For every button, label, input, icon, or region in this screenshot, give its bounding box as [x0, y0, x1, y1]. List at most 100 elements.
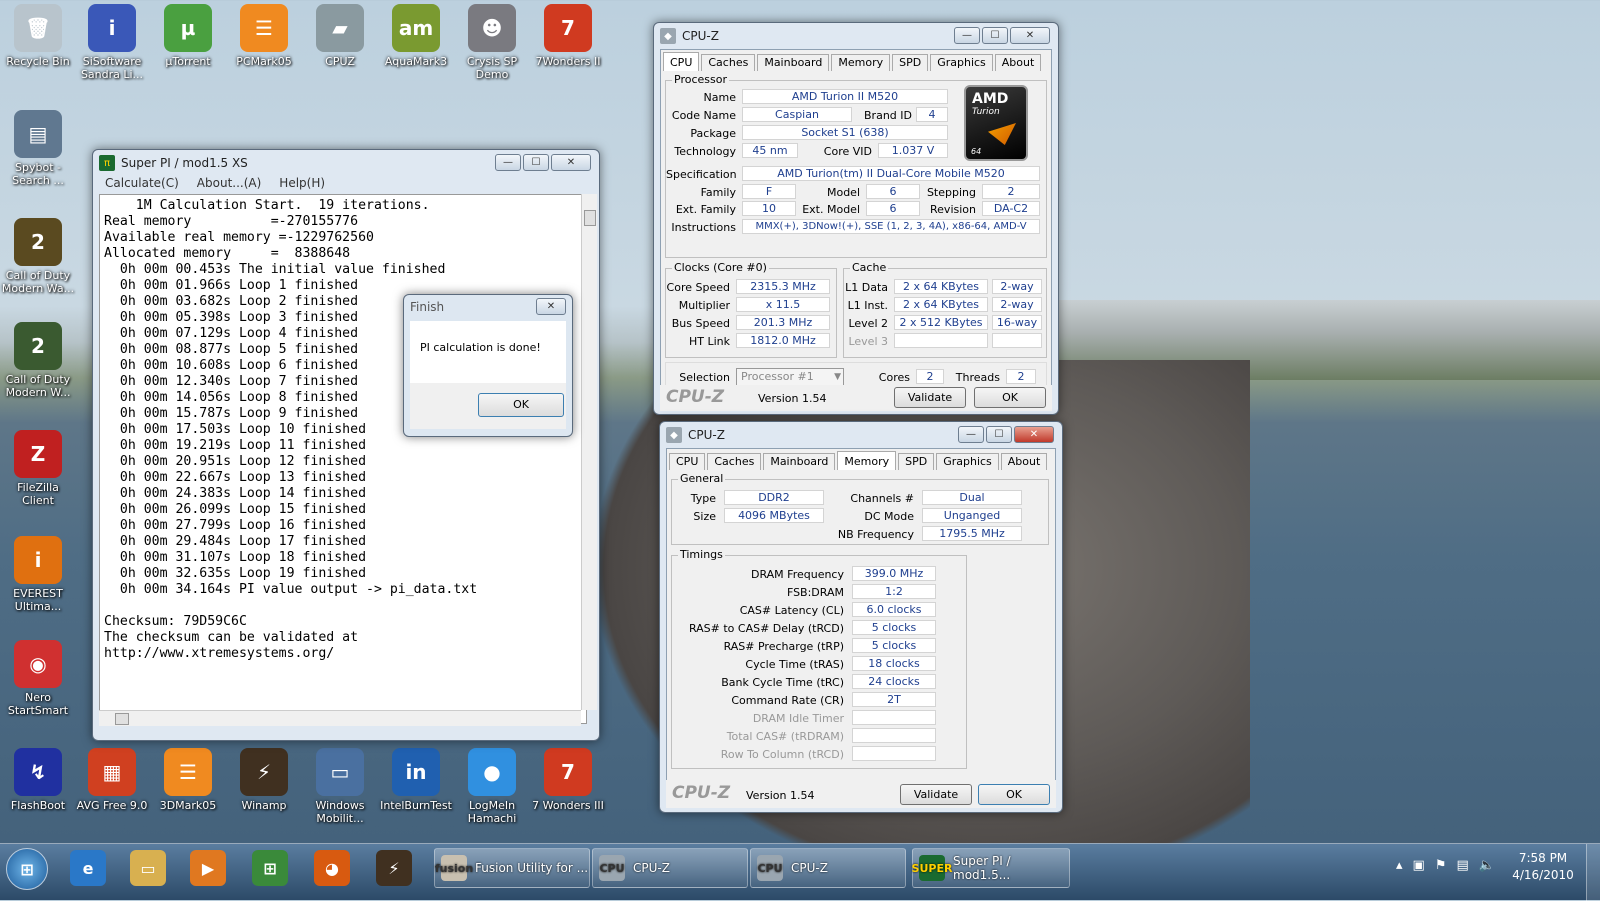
ok-button[interactable]: OK [978, 784, 1050, 805]
tray-volume-icon[interactable]: 🔈 [1479, 858, 1495, 873]
validate-button[interactable]: Validate [900, 784, 972, 805]
desktop-icon-label: 7 Wonders III [532, 799, 604, 812]
desktop-icon[interactable]: 2 Call of Duty Modern Wa... [0, 218, 76, 295]
tray-device-icon[interactable]: ▣ [1413, 858, 1425, 873]
windows-logo-icon[interactable]: ⊞ [252, 850, 288, 886]
close-icon[interactable]: ✕ [536, 298, 566, 315]
taskbar-button[interactable]: CPU CPU-Z [592, 848, 748, 888]
menu-calculate[interactable]: Calculate(C) [105, 176, 179, 192]
finish-title: Finish [410, 300, 445, 314]
taskbar-button[interactable]: SUPER Super PI / mod1.5... [912, 848, 1070, 888]
tab-spd[interactable]: SPD [898, 453, 935, 470]
spec-value: AMD Turion(tm) II Dual-Core Mobile M520 [742, 166, 1040, 181]
desktop-icon[interactable]: ◉ Nero StartSmart [0, 640, 76, 717]
minimize-icon[interactable]: — [954, 27, 980, 44]
tab-graphics[interactable]: Graphics [930, 54, 993, 71]
tab-graphics[interactable]: Graphics [936, 453, 999, 470]
desktop-icon[interactable]: 7 7Wonders II [530, 4, 606, 68]
tab-caches[interactable]: Caches [707, 453, 762, 470]
codename-label: Code Name [671, 109, 736, 122]
logo-bits: 64 [971, 147, 982, 156]
desktop-icon[interactable]: ▭ Windows Mobilit... [302, 748, 378, 825]
winamp-icon[interactable]: ⚡ [376, 850, 412, 886]
l3-way [992, 333, 1042, 348]
tray-flag-icon[interactable]: ⚑ [1435, 858, 1447, 873]
instructions-value: MMX(+), 3DNow!(+), SSE (1, 2, 3, 4A), x8… [742, 219, 1040, 234]
close-icon[interactable]: ✕ [1014, 426, 1054, 443]
desktop-icon[interactable]: 7 7 Wonders III [530, 748, 606, 812]
clock[interactable]: 7:58 PM 4/16/2010 [1508, 850, 1578, 884]
maximize-icon[interactable]: ☐ [523, 154, 549, 171]
tab-memory[interactable]: Memory [837, 451, 897, 470]
scrollbar-thumb[interactable] [584, 210, 596, 226]
close-icon[interactable]: ✕ [1010, 27, 1050, 44]
minimize-icon[interactable]: — [495, 154, 521, 171]
desktop-icon[interactable]: ▰ CPUZ [302, 4, 378, 68]
desktop-icon[interactable]: ☰ PCMark05 [226, 4, 302, 68]
desktop-icon[interactable]: 2 Call of Duty Modern W... [0, 322, 76, 399]
tab-about[interactable]: About [994, 54, 1042, 71]
nbfreq-value: 1795.5 MHz [922, 526, 1022, 541]
tab-cpu[interactable]: CPU [669, 453, 706, 470]
firefox-icon[interactable]: ◕ [314, 850, 350, 886]
maximize-icon[interactable]: ☐ [982, 27, 1008, 44]
output-line: 0h 00m 31.107s Loop 18 finished [104, 550, 367, 565]
validate-button[interactable]: Validate [894, 387, 966, 408]
timing-value [852, 728, 936, 743]
close-icon[interactable]: ✕ [551, 154, 591, 171]
minimize-icon[interactable]: — [958, 426, 984, 443]
finish-controls: ✕ [536, 298, 566, 315]
timing-label: Command Rate (CR) [731, 694, 844, 707]
finish-ok-button[interactable]: OK [478, 393, 564, 417]
desktop-icon[interactable]: ▤ Spybot - Search ... [0, 110, 76, 187]
show-desktop-button[interactable] [1586, 844, 1600, 901]
tab-memory[interactable]: Memory [831, 54, 891, 71]
desktop-icon[interactable]: ● LogMeIn Hamachi [454, 748, 530, 825]
menu-help[interactable]: Help(H) [279, 176, 325, 192]
desktop-icon[interactable]: i EVEREST Ultima... [0, 536, 76, 613]
maximize-icon[interactable]: ☐ [986, 426, 1012, 443]
output-line: 1M Calculation Start. 19 iterations. [104, 198, 430, 213]
finish-dialog: Finish ✕ PI calculation is done! OK [403, 294, 573, 437]
l1i-label: L1 Inst. [847, 299, 888, 312]
output-line: 0h 00m 27.799s Loop 16 finished [104, 518, 367, 533]
desktop-icon[interactable]: ☰ 3DMark05 [150, 748, 226, 812]
horizontal-scrollbar[interactable] [99, 710, 581, 726]
desktop-icon-label: µTorrent [165, 55, 211, 68]
desktop-icon[interactable]: ↯ FlashBoot [0, 748, 76, 812]
tray-network-icon[interactable]: ▤ [1456, 858, 1468, 873]
taskbar-button[interactable]: fusion Fusion Utility for ... [434, 848, 590, 888]
desktop-icon[interactable]: am AquaMark3 [378, 4, 454, 68]
threads-value: 2 [1006, 369, 1036, 384]
extfamily-value: 10 [742, 201, 796, 216]
desktop-icon[interactable]: in IntelBurnTest [378, 748, 454, 812]
desktop-icon[interactable]: µ µTorrent [150, 4, 226, 68]
vertical-scrollbar[interactable] [581, 194, 597, 710]
tab-mainboard[interactable]: Mainboard [763, 453, 836, 470]
desktop-icon[interactable]: i SiSoftware Sandra Li... [74, 4, 150, 81]
start-button[interactable]: ⊞ [6, 848, 48, 890]
tray-chevron-up-icon[interactable]: ▴ [1396, 858, 1403, 873]
tab-cpu[interactable]: CPU [663, 52, 700, 71]
tab-spd[interactable]: SPD [892, 54, 929, 71]
processor-select[interactable]: Processor #1 ▼ [736, 368, 844, 386]
desktop-icon[interactable]: 🗑 Recycle Bin [0, 4, 76, 68]
hscroll-thumb[interactable] [115, 713, 129, 725]
desktop-icon[interactable]: ⚡ Winamp [226, 748, 302, 812]
spec-label: Specification [666, 168, 737, 181]
tab-caches[interactable]: Caches [701, 54, 756, 71]
desktop-icon[interactable]: Z FileZilla Client [0, 430, 76, 507]
menu-about[interactable]: About...(A) [197, 176, 262, 192]
l1i-size: 2 x 64 KBytes [894, 297, 988, 312]
ok-button[interactable]: OK [974, 387, 1046, 408]
internet-explorer-icon[interactable]: e [70, 850, 106, 886]
tab-about[interactable]: About [1000, 453, 1048, 470]
everest-ultima-icon: i [14, 536, 62, 584]
desktop-icon[interactable]: ▦ AVG Free 9.0 [74, 748, 150, 812]
tab-mainboard[interactable]: Mainboard [757, 54, 830, 71]
processor-group-title: Processor [672, 73, 729, 86]
desktop-icon[interactable]: ☻ Crysis SP Demo [454, 4, 530, 81]
taskbar-button[interactable]: CPU CPU-Z [750, 848, 906, 888]
folder-icon[interactable]: ▭ [130, 850, 166, 886]
media-player-icon[interactable]: ▶ [190, 850, 226, 886]
